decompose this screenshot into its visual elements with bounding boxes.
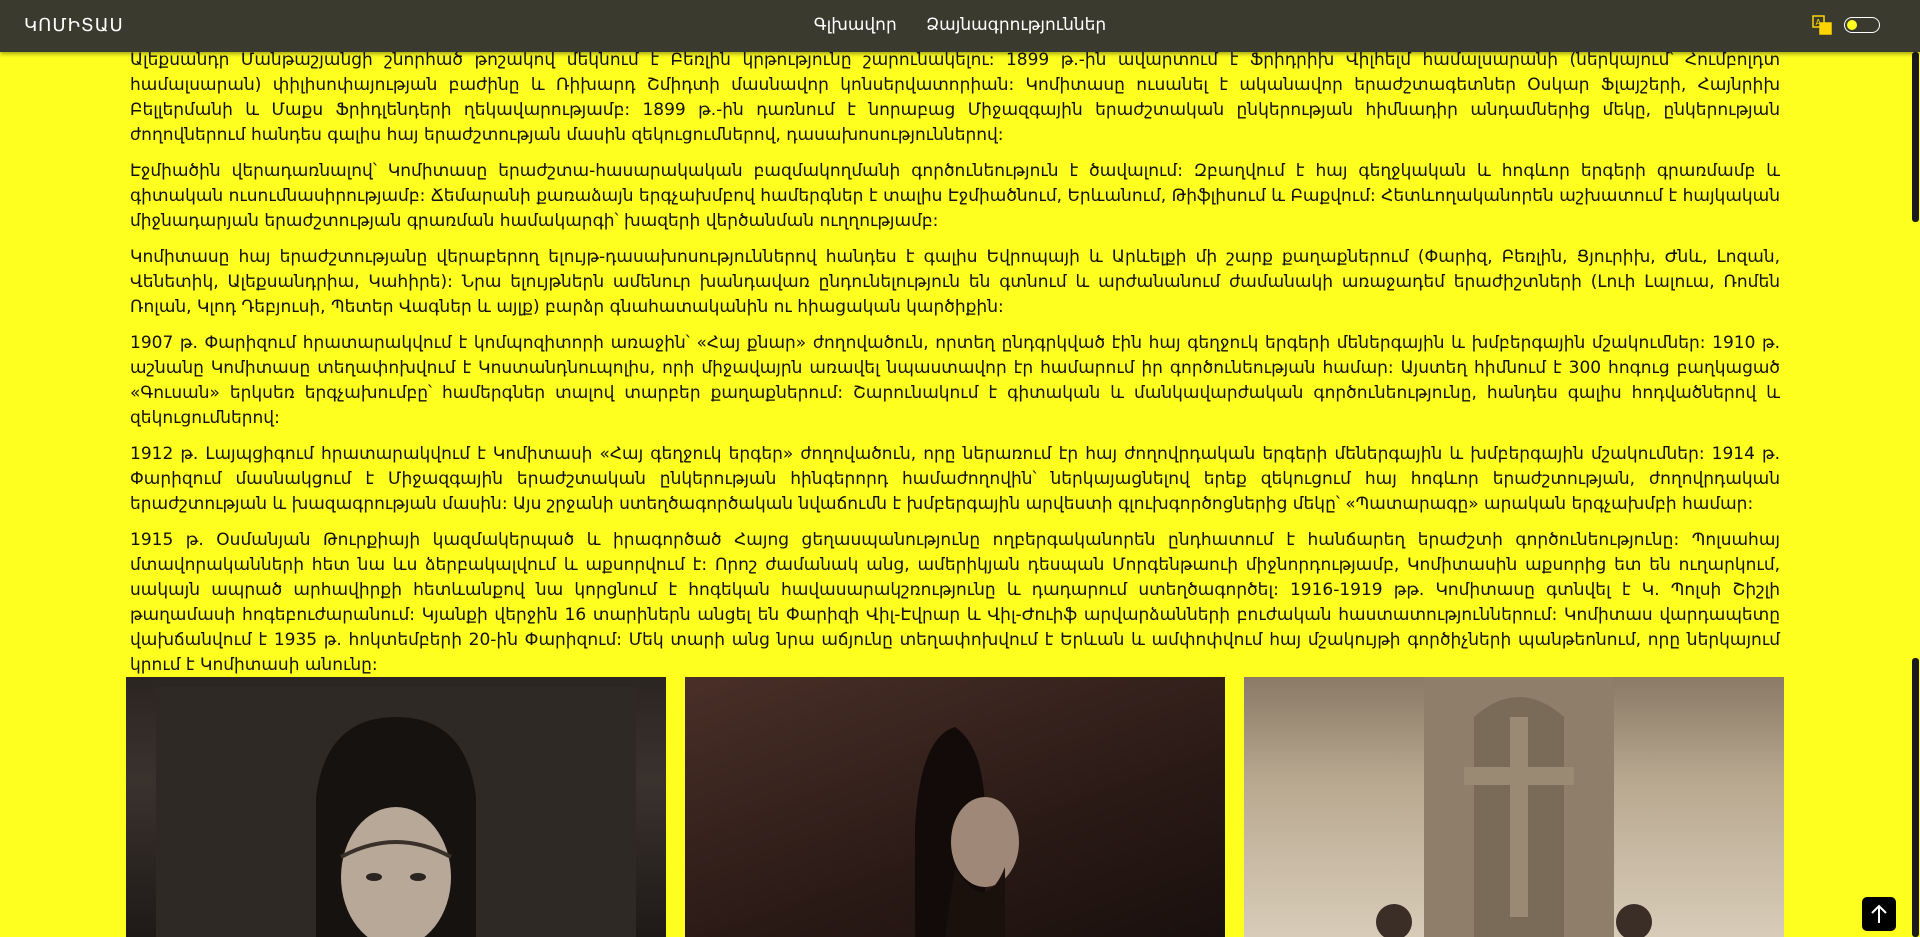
article-content: Ալեքսանդր Մանթաշյանցի շնորհած թոշակով մե… [130,48,1780,689]
photo-gallery [126,677,1784,937]
scrollbar-track-top [1912,52,1919,222]
nav-link-recordings[interactable]: Ձայնագրություններ [926,15,1106,35]
toggle-knob [1847,19,1857,30]
scrollbar-thumb[interactable] [1912,658,1919,937]
translate-icon[interactable]: A [1812,15,1832,35]
paragraph: 1912 թ. Լայպցիգում հրատարակվում է Կոմիտա… [130,444,1780,514]
paragraph: Կոմիտասը հայ երաժշտությանը վերաբերող ելո… [130,247,1780,317]
photo-profile[interactable] [685,677,1225,937]
arrow-up-icon [1871,904,1887,923]
paragraph: 1915 թ. Օսմանյան Թուրքիայի կազմակերպած և… [130,530,1780,675]
svg-text:A: A [1816,18,1822,27]
theme-toggle[interactable] [1844,17,1880,33]
paragraph: Ալեքսանդր Մանթաշյանցի շնորհած թոշակով մե… [130,50,1780,145]
scrollbar[interactable] [1910,52,1920,937]
navbar: ԿՈՄԻՏԱՍ Գլխավոր Ձայնագրություններ A [0,0,1920,52]
photo-khachkar[interactable] [1244,677,1784,937]
nav-link-home[interactable]: Գլխավոր [814,15,897,35]
photo-portrait[interactable] [126,677,666,937]
nav-links: Գլխավոր Ձայնագրություններ [0,15,1920,35]
back-to-top-button[interactable] [1862,897,1896,931]
paragraph: 1907 թ. Փարիզում հրատարակվում է կոմպոզիտ… [130,333,1780,428]
paragraph: Էջմիածին վերադառնալով՝ Կոմիտասը երաժշտա-… [130,161,1780,231]
